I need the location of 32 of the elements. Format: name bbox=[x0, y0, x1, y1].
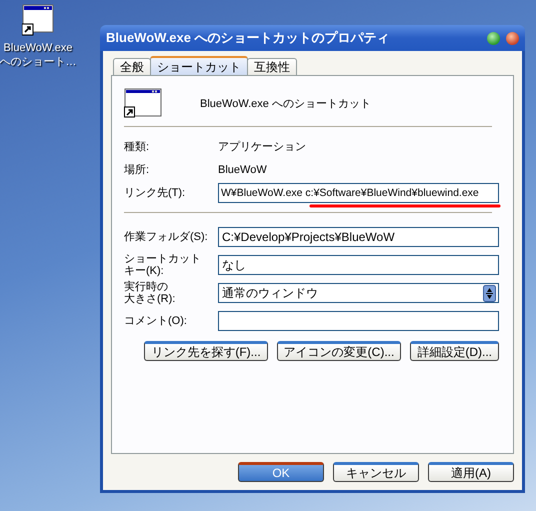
close-button[interactable] bbox=[506, 32, 519, 44]
spinner-arrows-icon bbox=[483, 284, 496, 302]
field-label: リンク先(T): bbox=[124, 186, 186, 200]
field-label: 作業フォルダ(S): bbox=[124, 231, 209, 243]
field-label: コメント(O): bbox=[124, 315, 188, 327]
target-field[interactable]: W¥BlueWoW.exe c:¥Software¥BlueWind¥bluewind.exe bbox=[218, 182, 499, 202]
tab[interactable]: ショートカット bbox=[150, 56, 248, 75]
tab[interactable]: 全般 bbox=[113, 58, 151, 75]
field-label: 大きさ(R): bbox=[124, 293, 176, 305]
field-label: 種類: bbox=[124, 140, 150, 154]
field-value: BlueWoW bbox=[218, 164, 267, 176]
text-field[interactable] bbox=[218, 311, 499, 331]
text-field[interactable]: なし bbox=[218, 255, 499, 275]
text-field[interactable]: C:¥Develop¥Projects¥BlueWoW bbox=[218, 227, 499, 247]
action-button[interactable]: 詳細設定(D)... bbox=[410, 341, 499, 361]
dialog-button[interactable]: 適用(A) bbox=[428, 462, 514, 482]
shortcut-window-icon[interactable] bbox=[22, 4, 54, 36]
action-button[interactable]: リンク先を探す(F)... bbox=[144, 341, 268, 361]
shortcut-window-icon bbox=[124, 88, 162, 118]
dialog-button[interactable]: キャンセル bbox=[333, 462, 419, 482]
field-label: 実行時の bbox=[124, 281, 169, 293]
tab[interactable]: 互換性 bbox=[247, 58, 297, 75]
desktop-icon-label[interactable]: BlueWoW.exe bbox=[4, 41, 72, 55]
field-value: アプリケーション bbox=[218, 140, 306, 154]
field-label: 場所: bbox=[124, 163, 150, 177]
field-label: ショートカット bbox=[124, 253, 202, 265]
shortcut-name: BlueWoW.exe へのショートカット bbox=[200, 96, 371, 110]
field-label: キー(K): bbox=[124, 265, 165, 277]
round-title-button[interactable] bbox=[487, 32, 500, 44]
window-title: BlueWoW.exe へのショートカットのプロパティ bbox=[106, 29, 390, 47]
window-size-dropdown[interactable]: 通常のウィンドウ bbox=[218, 283, 499, 303]
action-button[interactable]: アイコンの変更(C)... bbox=[276, 341, 402, 361]
